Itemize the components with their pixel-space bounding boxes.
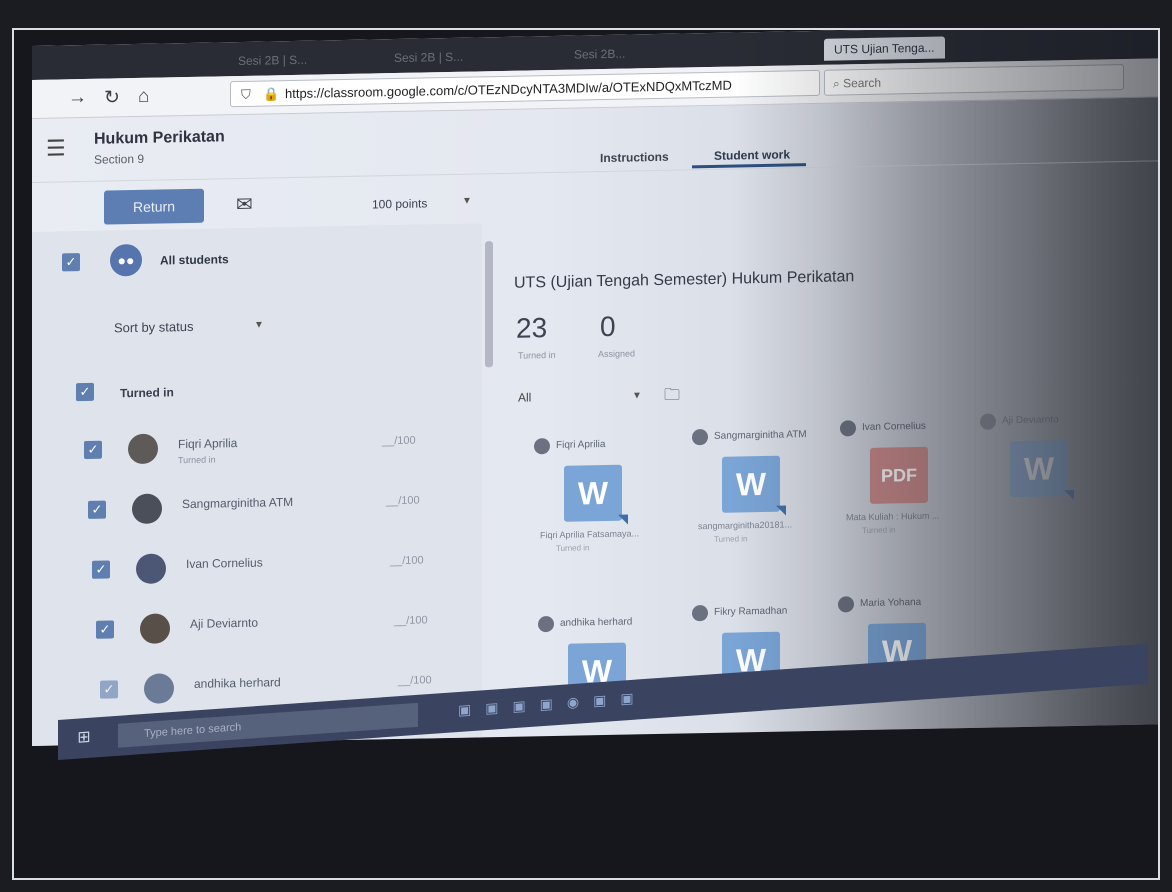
student-grade[interactable]: __/100 <box>394 614 428 627</box>
chevron-down-icon[interactable]: ▼ <box>462 196 472 207</box>
assignment-title: UTS (Ujian Tengah Semester) Hukum Perika… <box>514 268 855 292</box>
browser-tab-active[interactable]: UTS Ujian Tenga... <box>824 36 945 61</box>
avatar <box>692 605 708 622</box>
student-status: Turned in <box>178 454 216 466</box>
browser-tab[interactable]: Sesi 2B | S... <box>384 46 473 70</box>
reload-icon[interactable]: ↻ <box>104 86 120 109</box>
student-row[interactable]: ✓ Aji Deviarnto __/100 <box>54 600 454 664</box>
avatar <box>136 553 166 585</box>
url-text: https://classroom.google.com/c/OTEzNDcyN… <box>285 77 732 102</box>
search-input[interactable]: ⌕ Search <box>824 64 1124 96</box>
submission-card[interactable]: Ivan Cornelius PDF Mata Kuliah : Hukum .… <box>840 418 980 561</box>
card-student-name: andhika herhard <box>560 616 633 629</box>
student-name: Ivan Cornelius <box>186 555 263 572</box>
student-name: andhika herhard <box>194 675 281 691</box>
word-file-icon: W <box>564 464 622 522</box>
tab-instructions[interactable]: Instructions <box>600 150 669 165</box>
student-name: Fiqri Aprilia <box>178 436 238 452</box>
menu-icon[interactable]: ☰ <box>46 135 66 161</box>
search-icon: ⌕ <box>833 76 844 91</box>
folder-icon[interactable]: 🗀 <box>664 384 680 411</box>
card-file-name: Mata Kuliah : Hukum ... <box>846 510 940 523</box>
select-all-checkbox[interactable]: ✓ <box>62 253 80 272</box>
student-row[interactable]: ✓ Sangmarginitha ATM __/100 <box>46 480 446 544</box>
student-row[interactable]: ✓ Ivan Cornelius __/100 <box>50 540 450 604</box>
student-checkbox[interactable]: ✓ <box>84 440 102 460</box>
photo-frame: Sesi 2B | S... Sesi 2B | S... Sesi 2B...… <box>12 28 1160 880</box>
forward-icon[interactable]: → <box>68 87 87 109</box>
search-placeholder: Search <box>843 75 882 91</box>
turned-in-label: Turned in <box>518 349 556 361</box>
card-student-name: Sangmarginitha ATM <box>714 429 807 442</box>
all-students-label[interactable]: All students <box>160 252 229 267</box>
scrollbar-thumb[interactable] <box>485 241 493 368</box>
student-list-panel: ✓ ●● All students Sort by status ▼ ✓ Tur… <box>32 223 482 746</box>
avatar <box>534 438 550 455</box>
student-grade[interactable]: __/100 <box>398 674 432 687</box>
url-bar[interactable]: ⛉ 🔒 https://classroom.google.com/c/OTEzN… <box>230 69 820 108</box>
browser-tab[interactable]: Sesi 2B | S... <box>228 49 317 73</box>
tab-student-work[interactable]: Student work <box>714 147 790 162</box>
student-checkbox[interactable]: ✓ <box>88 500 106 519</box>
avatar <box>838 596 854 613</box>
windows-start-icon[interactable]: ⊞ <box>64 723 104 754</box>
assigned-count: 0 <box>600 310 616 343</box>
student-name: Aji Deviarnto <box>190 615 259 631</box>
card-status: Turned in <box>714 534 748 544</box>
card-student-name: Maria Yohana <box>860 596 922 610</box>
home-icon[interactable]: ⌂ <box>138 86 149 108</box>
chevron-down-icon[interactable]: ▼ <box>632 390 642 401</box>
course-title[interactable]: Hukum Perikatan <box>94 128 225 149</box>
submission-card[interactable]: Sangmarginitha ATM W sangmarginitha20181… <box>692 427 832 570</box>
card-file-name: Fiqri Aprilia Fatsamaya... <box>540 528 640 541</box>
avatar <box>840 420 856 437</box>
course-section: Section 9 <box>94 151 145 167</box>
student-name: Sangmarginitha ATM <box>182 494 294 512</box>
turned-in-count: 23 <box>516 312 548 344</box>
word-file-icon: W <box>1010 440 1068 498</box>
student-row[interactable]: ✓ Fiqri Aprilia Turned in __/100 <box>42 420 442 484</box>
card-student-name: Fikry Ramadhan <box>714 605 788 618</box>
avatar <box>132 493 162 525</box>
pdf-file-icon: PDF <box>870 446 928 504</box>
student-checkbox[interactable]: ✓ <box>92 560 110 579</box>
avatar <box>692 429 708 446</box>
group-checkbox[interactable]: ✓ <box>76 382 94 402</box>
avatar <box>128 433 158 465</box>
card-status: Turned in <box>556 543 590 553</box>
student-checkbox[interactable]: ✓ <box>100 680 118 699</box>
card-student-name: Fiqri Aprilia <box>556 438 606 451</box>
shield-icon: ⛉ <box>241 86 251 102</box>
taskbar-app-icons[interactable]: ▣▣▣▣◉▣▣ <box>458 689 648 719</box>
avatar <box>980 413 996 430</box>
lock-icon: 🔒 <box>263 86 280 102</box>
browser-tab[interactable]: Sesi 2B... <box>564 42 635 65</box>
student-list-scrollbar[interactable] <box>484 229 494 529</box>
card-student-name: Aji Deviarnto <box>1002 414 1059 427</box>
points-select[interactable]: 100 points <box>372 196 427 211</box>
student-checkbox[interactable]: ✓ <box>96 620 114 639</box>
assigned-label: Assigned <box>598 348 636 360</box>
student-grade[interactable]: __/100 <box>386 495 420 508</box>
filter-select[interactable]: All <box>518 390 531 404</box>
return-button[interactable]: Return <box>104 188 204 225</box>
group-label-turned-in: Turned in <box>120 385 174 401</box>
avatar <box>538 615 554 633</box>
submission-card[interactable]: Fiqri Aprilia W Fiqri Aprilia Fatsamaya.… <box>534 436 674 579</box>
group-icon: ●● <box>110 243 142 277</box>
chevron-down-icon[interactable]: ▼ <box>254 320 264 331</box>
email-icon[interactable]: ✉ <box>236 192 253 217</box>
card-status: Turned in <box>862 525 896 536</box>
card-student-name: Ivan Cornelius <box>862 420 926 434</box>
word-file-icon: W <box>722 455 780 513</box>
avatar <box>144 673 174 704</box>
card-file-name: sangmarginitha20181... <box>698 519 793 532</box>
student-grade[interactable]: __/100 <box>382 435 416 448</box>
sort-select[interactable]: Sort by status <box>114 319 193 336</box>
monitor-screen: Sesi 2B | S... Sesi 2B | S... Sesi 2B...… <box>32 30 1158 746</box>
student-grade[interactable]: __/100 <box>390 554 424 567</box>
submission-card[interactable]: Aji Deviarnto W <box>980 411 1120 554</box>
avatar <box>140 613 170 644</box>
